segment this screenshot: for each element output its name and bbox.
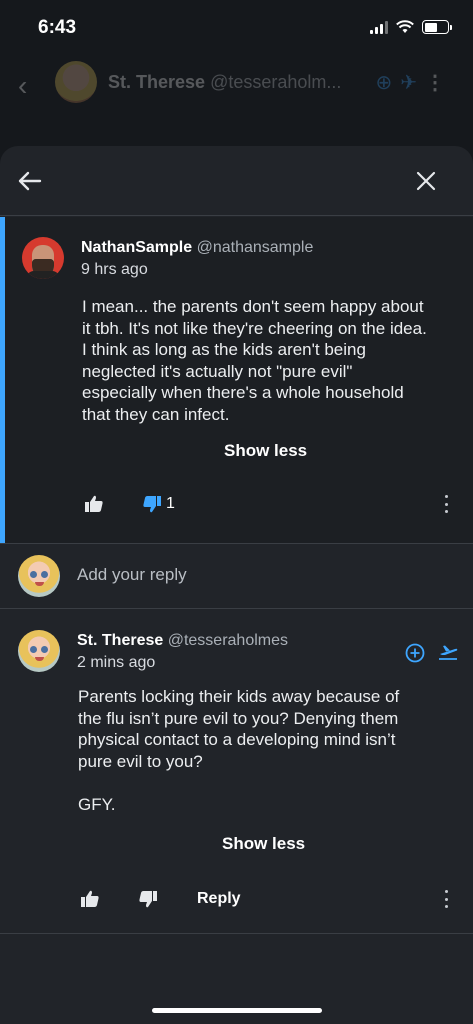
comment-line: it tbh. It's not like they're cheering o… — [82, 318, 427, 338]
background-actions: ⊕ ✈ ⋮ — [375, 70, 445, 95]
author-handle: @tesseraholmes — [167, 632, 289, 649]
comment-actions: 1 — [84, 492, 175, 516]
thumb-up-icon[interactable] — [84, 494, 104, 514]
comment-line: especially when there's a whole househol… — [82, 383, 404, 402]
more-vert-icon[interactable] — [443, 890, 449, 908]
sheet-header — [0, 146, 473, 216]
timestamp: 2 mins ago — [77, 654, 156, 671]
comment-line: I think as long as the kids aren't being — [82, 340, 366, 359]
status-time: 6:43 — [38, 17, 77, 38]
reply-bar[interactable]: Add your reply — [0, 545, 473, 609]
background-takeoff-icon: ✈ — [400, 72, 417, 94]
signal-icon — [370, 20, 388, 34]
avatar[interactable] — [22, 237, 64, 279]
close-icon[interactable] — [415, 170, 437, 192]
author-handle: @nathansample — [196, 239, 314, 256]
comment-line: that they can infect. — [82, 404, 230, 424]
more-vert-icon[interactable] — [443, 495, 449, 513]
background-name: St. Therese — [108, 72, 206, 92]
status-icons — [370, 20, 452, 34]
comment-line: Parents locking their kids away because … — [78, 687, 400, 706]
avatar[interactable] — [18, 630, 60, 672]
battery-icon — [422, 20, 452, 34]
wifi-icon — [396, 20, 414, 33]
thumb-down-icon[interactable] — [142, 494, 162, 514]
background-header: ‹ St. Therese @tesseraholm... ⊕ ✈ ⋮ — [0, 56, 473, 116]
home-indicator[interactable] — [152, 1008, 322, 1013]
background-handle: @tesseraholm... — [210, 72, 342, 92]
comment-line — [78, 772, 399, 794]
comment-line: physical contact to a developing mind is… — [78, 730, 396, 749]
author-name[interactable]: St. Therese — [77, 632, 163, 649]
author-line: NathanSample @nathansample — [81, 239, 313, 257]
follow-actions — [405, 643, 459, 663]
background-more-icon: ⋮ — [425, 72, 445, 94]
comment-sheet: NathanSample @nathansample 9 hrs ago I m… — [0, 146, 473, 1024]
dislike-count: 1 — [166, 495, 175, 512]
show-less-button[interactable]: Show less — [222, 834, 305, 854]
background-title: St. Therese @tesseraholm... — [108, 72, 341, 93]
timestamp: 9 hrs ago — [81, 261, 148, 278]
thumb-up-icon[interactable] — [80, 889, 100, 909]
background-avatar — [55, 61, 97, 103]
divider — [0, 933, 473, 934]
comment-line: I mean... the parents don't seem happy a… — [82, 297, 424, 316]
comment-st-therese: St. Therese @tesseraholmes 2 mins ago Pa… — [0, 610, 473, 933]
add-circle-icon[interactable] — [405, 643, 425, 663]
author-line: St. Therese @tesseraholmes — [77, 632, 288, 650]
show-less-button[interactable]: Show less — [224, 441, 307, 461]
back-arrow-icon[interactable] — [14, 166, 44, 196]
comment-body: Parents locking their kids away because … — [78, 686, 399, 815]
comment-line: neglected it's actually not "pure evil" — [82, 361, 353, 381]
comment-line: GFY. — [78, 794, 116, 814]
highlight-accent-bar — [0, 217, 5, 543]
reply-button[interactable]: Reply — [197, 890, 241, 908]
comment-body: I mean... the parents don't seem happy a… — [82, 296, 427, 425]
comment-nathansample: NathanSample @nathansample 9 hrs ago I m… — [0, 217, 473, 544]
comment-actions: Reply — [80, 887, 241, 911]
comment-line: pure evil to you? — [78, 751, 203, 771]
add-reply-input[interactable]: Add your reply — [77, 565, 187, 585]
avatar — [18, 555, 60, 597]
thumb-down-icon[interactable] — [138, 889, 158, 909]
status-bar: 6:43 — [0, 0, 473, 56]
background-back-icon: ‹ — [18, 70, 28, 101]
takeoff-icon[interactable] — [437, 643, 459, 663]
author-name[interactable]: NathanSample — [81, 239, 192, 256]
comment-line: the flu isn’t pure evil to you? Denying … — [78, 708, 399, 728]
background-add-icon: ⊕ — [375, 72, 393, 94]
